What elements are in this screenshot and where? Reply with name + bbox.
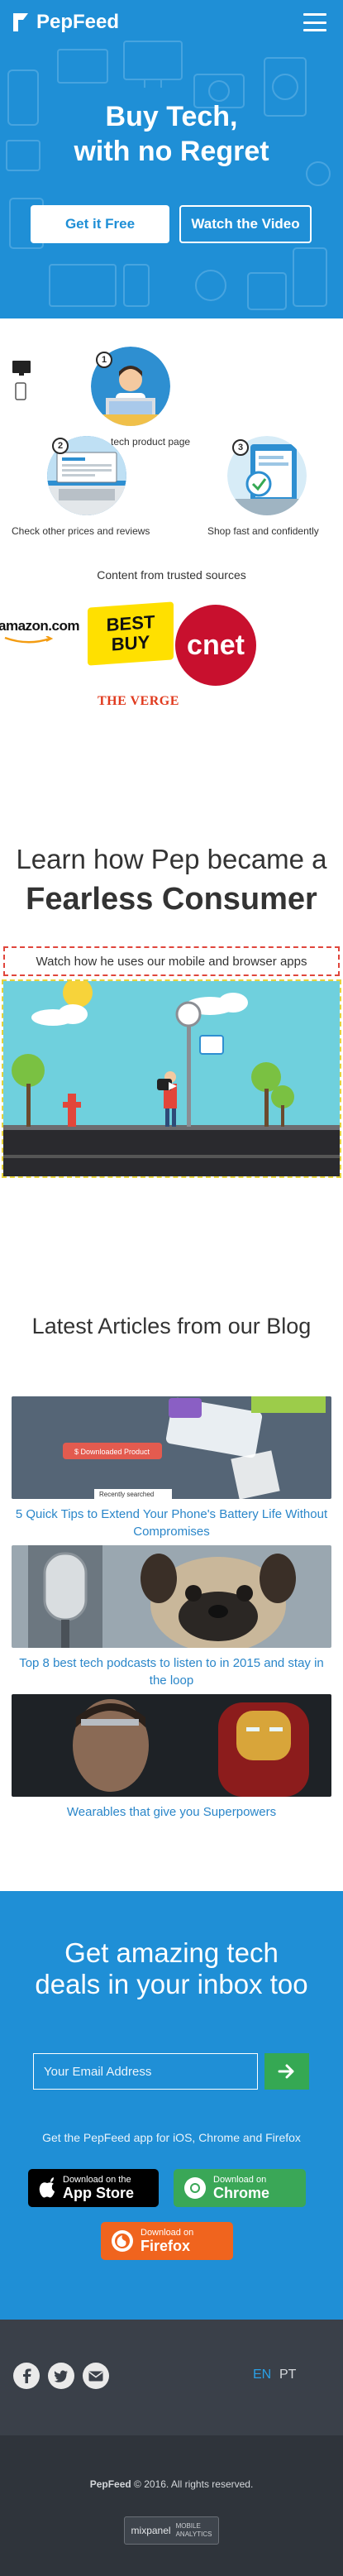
pep-story-section: Learn how Pep became a Fearless Consumer… [0, 844, 343, 1178]
step1-caption: tech product page [111, 436, 191, 448]
blog-article[interactable]: $ Downloaded Product Recently searched 5… [12, 1396, 331, 1540]
article-image-tag-recent: Recently searched [99, 1491, 154, 1498]
newsletter-section: Get amazing tech deals in your inbox too… [0, 1891, 343, 2320]
trusted-sources-label: Content from trusted sources [97, 568, 246, 582]
article-image[interactable] [12, 1545, 331, 1648]
apps-availability-text: Get the PepFeed app for iOS, Chrome and … [42, 2131, 301, 2144]
step3-caption: Shop fast and confidently [207, 525, 319, 537]
video-player[interactable] [2, 979, 341, 1178]
hero-title: Buy Tech, with no Regret [0, 99, 343, 169]
newsletter-title: Get amazing tech deals in your inbox too [35, 1937, 308, 1999]
language-pt[interactable]: PT [279, 2368, 296, 2382]
top-navigation-bar: PepFeed [0, 0, 343, 45]
mail-icon[interactable] [83, 2363, 109, 2389]
video-thumbnail [3, 981, 340, 1176]
hero-title-line2: with no Regret [74, 136, 269, 167]
copyright-notice: © 2016. All rights reserved. [134, 2478, 254, 2490]
step2-caption: Check other prices and reviews [12, 525, 150, 537]
page: PepFeed Buy Tech, with no Regret Get it … [0, 0, 343, 2576]
chrome-small-label: Download on [213, 2175, 267, 2185]
footer-links: EN PT [0, 2320, 343, 2435]
email-submit-button[interactable] [264, 2053, 309, 2090]
blog-article[interactable]: Top 8 best tech podcasts to listen to in… [12, 1545, 331, 1689]
app-store-big-label: App Store [63, 2185, 135, 2201]
email-field[interactable] [33, 2053, 258, 2090]
mixpanel-badge[interactable]: mixpanel MOBILE ANALYTICS [124, 2516, 219, 2545]
pep-title-line1: Learn how Pep became a [16, 844, 327, 874]
brand-logo[interactable]: PepFeed [12, 11, 119, 34]
article-image-tag-downloaded: $ Downloaded Product [74, 1448, 150, 1456]
app-store-button[interactable]: Download on the App Store [28, 2169, 159, 2207]
chrome-icon [184, 2177, 206, 2199]
blog-section-title: Latest Articles from our Blog [31, 1314, 312, 1338]
watch-video-button[interactable]: Watch the Video [179, 205, 312, 243]
article-image[interactable] [12, 1694, 331, 1797]
chrome-big-label: Chrome [213, 2185, 270, 2201]
get-it-free-button[interactable]: Get it Free [31, 205, 169, 243]
bestbuy-logo: BEST BUY [88, 601, 174, 666]
footer-bottom: PepFeed © 2016. All rights reserved. mix… [0, 2435, 343, 2576]
device-icons [12, 361, 31, 400]
brand-name: PepFeed [36, 11, 120, 33]
mixpanel-brand: mixpanel [131, 2525, 171, 2536]
app-store-small-label: Download on the [63, 2175, 131, 2185]
pepfeed-logo-icon [13, 13, 28, 31]
pep-title-line2: Fearless Consumer [26, 882, 317, 917]
article-link[interactable]: 5 Quick Tips to Extend Your Phone's Batt… [12, 1506, 331, 1540]
blog-article[interactable]: Wearables that give you Superpowers [12, 1694, 331, 1821]
copyright-text: PepFeed © 2016. All rights reserved. [0, 2478, 343, 2490]
amazon-logo: amazon.com [0, 618, 79, 648]
apple-icon [39, 2177, 55, 2198]
language-en[interactable]: EN [253, 2368, 271, 2382]
step3-number: 3 [232, 439, 249, 456]
chrome-store-button[interactable]: Download on Chrome [174, 2169, 306, 2207]
step1-number: 1 [96, 352, 112, 368]
firefox-icon [112, 2230, 133, 2252]
arrow-right-icon [278, 2064, 294, 2079]
firefox-store-button[interactable]: Download on Firefox [101, 2222, 233, 2260]
the-verge-logo: THE VERGE [98, 694, 179, 708]
facebook-icon[interactable] [13, 2363, 40, 2389]
article-image[interactable]: $ Downloaded Product Recently searched [12, 1396, 331, 1499]
article-link[interactable]: Top 8 best tech podcasts to listen to in… [12, 1654, 331, 1689]
copyright-brand: PepFeed [89, 2478, 131, 2490]
firefox-small-label: Download on [141, 2228, 194, 2238]
twitter-icon[interactable] [48, 2363, 74, 2389]
hero-title-line1: Buy Tech, [105, 101, 238, 132]
cnet-logo: cnet [175, 605, 256, 686]
mixpanel-line2: ANALYTICS [175, 2531, 212, 2538]
step2-number: 2 [52, 438, 69, 454]
mixpanel-line1: MOBILE [175, 2522, 201, 2530]
menu-icon[interactable] [303, 13, 326, 31]
how-it-works-section: 1 tech product page 2 Check other prices… [0, 318, 343, 749]
firefox-big-label: Firefox [141, 2238, 191, 2254]
article-link[interactable]: Wearables that give you Superpowers [12, 1803, 331, 1821]
pep-subtitle: Watch how he uses our mobile and browser… [3, 946, 340, 976]
hero-section: PepFeed Buy Tech, with no Regret Get it … [0, 0, 343, 318]
